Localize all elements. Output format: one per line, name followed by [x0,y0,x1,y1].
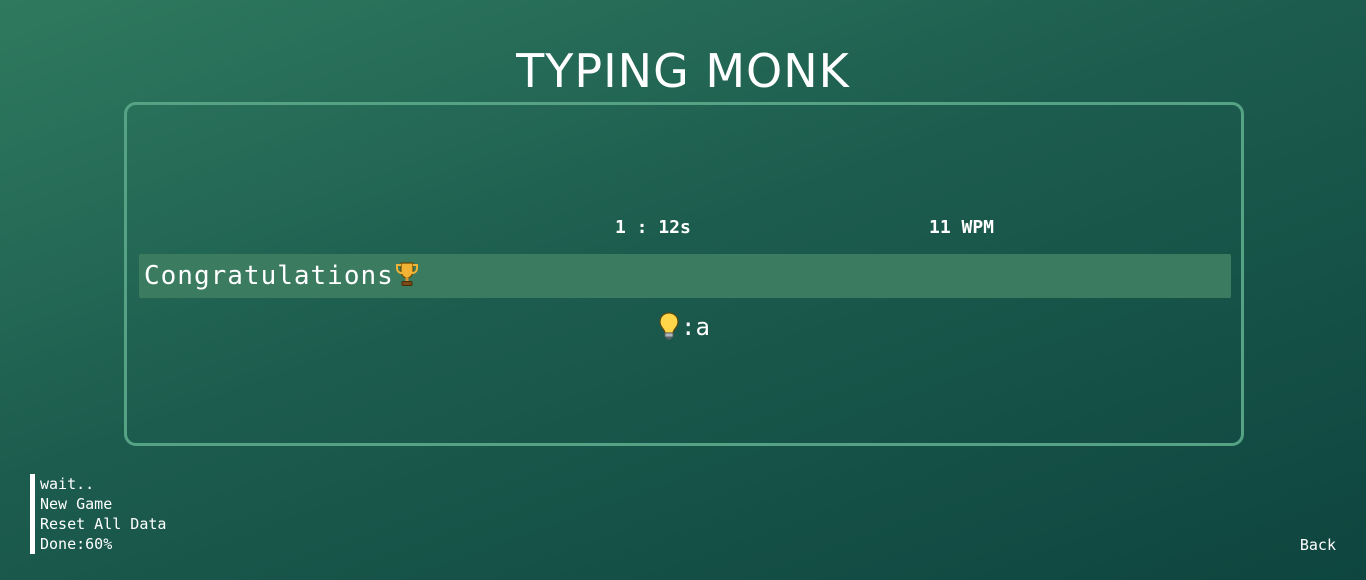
hint-line: :a [657,311,710,342]
back-button[interactable]: Back [1300,535,1336,555]
reset-all-data-button[interactable]: Reset All Data [40,514,166,534]
game-menu: wait.. New Game Reset All Data Done:60% [30,474,166,554]
current-line-text: Congratulations [144,261,394,291]
new-game-button[interactable]: New Game [40,494,166,514]
elapsed-time: 1 : 12s [615,217,691,238]
status-wait: wait.. [40,475,95,493]
current-line: Congratulations [144,260,420,292]
hint-text: :a [681,313,710,341]
current-line-highlight: Congratulations [139,254,1231,298]
app-title: TYPING MONK [516,44,850,98]
typing-panel: 1 : 12s 11 WPM Congratulations :a [124,102,1244,446]
trophy-icon [394,260,420,288]
progress-done: Done:60% [40,535,113,553]
lightbulb-icon [657,311,681,341]
wpm-counter: 11 WPM [929,217,995,238]
